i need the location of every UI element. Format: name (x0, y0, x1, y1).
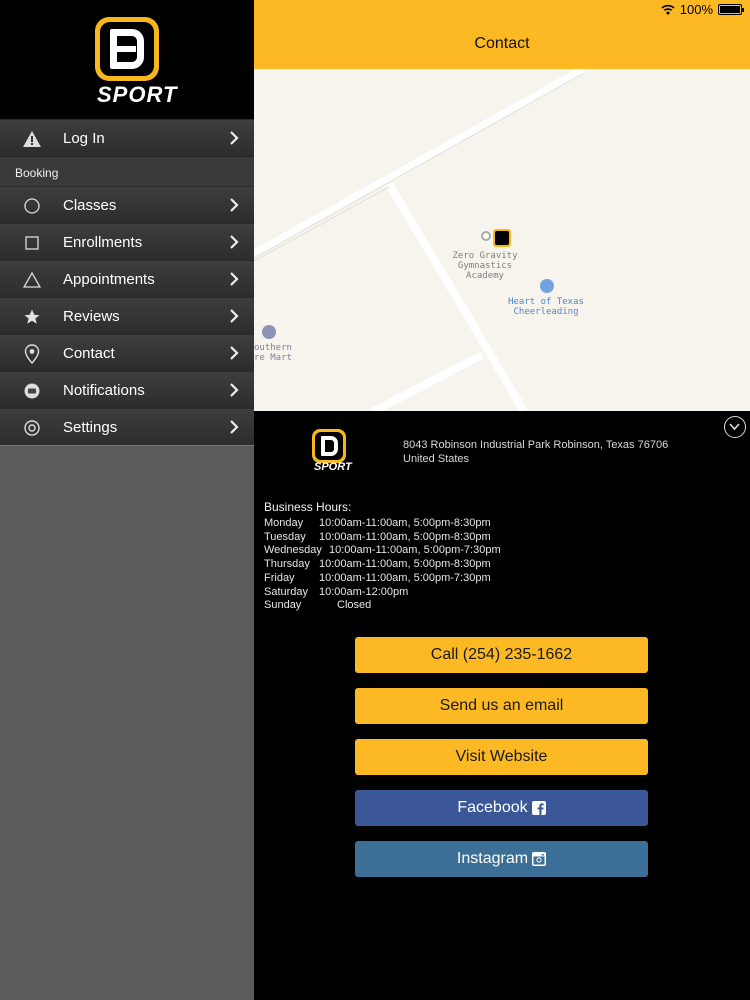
sidebar-item-label: Log In (63, 130, 105, 147)
contact-info-panel: SPORT 8043 Robinson Industrial Park Robi… (254, 411, 750, 1000)
main-content: 100% Contact Zero Gravity Gymnastics Aca… (254, 0, 750, 1000)
call-button[interactable]: Call (254) 235-1662 (355, 637, 648, 673)
warning-icon (22, 129, 42, 149)
hours-time: 10:00am-11:00am, 5:00pm-8:30pm (319, 558, 491, 571)
hours-time: 10:00am-12:00pm (319, 585, 409, 598)
sidebar-item-classes[interactable]: Classes (0, 186, 254, 223)
chevron-right-icon (230, 198, 239, 212)
instagram-button-label: Instagram (456, 850, 529, 867)
hours-row: Monday 10:00am-11:00am, 5:00pm-8:30pm (264, 517, 501, 531)
instagram-button[interactable]: Instagram (355, 841, 648, 877)
map-label-mart: outhern re Mart (254, 343, 292, 363)
status-bar: 100% (661, 2, 744, 17)
hours-day: Wednesday (264, 544, 322, 557)
website-button[interactable]: Visit Website (355, 739, 648, 775)
facebook-button-label: Facebook (457, 799, 528, 816)
hours-row: Thursday 10:00am-11:00am, 5:00pm-8:30pm (264, 558, 501, 572)
b-sport-logo-icon (312, 429, 346, 463)
hours-row: Friday 10:00am-11:00am, 5:00pm-7:30pm (264, 572, 501, 586)
sidebar-item-reviews[interactable]: Reviews (0, 297, 254, 334)
sidebar-item-notifications[interactable]: Notifications (0, 371, 254, 408)
battery-icon (718, 4, 744, 15)
hours-time: 10:00am-11:00am, 5:00pm-8:30pm (319, 517, 491, 529)
hours-row: Wednesday 10:00am-11:00am, 5:00pm-7:30pm (264, 544, 501, 558)
sidebar-item-appointments[interactable]: Appointments (0, 260, 254, 297)
hours-row: Tuesday 10:00am-11:00am, 5:00pm-8:30pm (264, 531, 501, 545)
hours-day: Saturday (264, 585, 309, 598)
facebook-icon (531, 801, 546, 815)
shopping-icon (262, 325, 276, 339)
business-hours-title: Business Hours: (264, 500, 352, 514)
location-pin-icon (22, 344, 42, 364)
sidebar-item-contact[interactable]: Contact (0, 334, 254, 371)
battery-percentage: 100% (679, 2, 713, 17)
instagram-icon (532, 852, 547, 866)
chat-bubble-icon (22, 381, 42, 401)
sidebar-item-enrollments[interactable]: Enrollments (0, 223, 254, 260)
section-header-booking: Booking (0, 156, 254, 186)
sidebar: SPORT Log In Booking Classes Enrollments… (0, 0, 254, 1000)
website-button-label: Visit Website (455, 748, 548, 765)
address-line-1: 8043 Robinson Industrial Park Robinson, … (403, 439, 669, 451)
hours-time: 10:00am-11:00am, 5:00pm-8:30pm (319, 530, 491, 543)
address-line-2: United States (403, 453, 470, 465)
hours-day: Thursday (264, 558, 310, 571)
email-button-label: Send us an email (439, 697, 564, 714)
address: 8043 Robinson Industrial Park Robinson, … (403, 438, 668, 466)
chevron-down-icon (729, 423, 740, 431)
b-sport-logo-icon (493, 229, 511, 247)
sidebar-item-label: Enrollments (63, 234, 143, 251)
chevron-right-icon (230, 272, 239, 286)
email-button[interactable]: Send us an email (355, 688, 648, 724)
map-label-cheer: Heart of Texas Cheerleading (508, 297, 584, 317)
chevron-right-icon (230, 420, 239, 434)
sidebar-item-label: Reviews (63, 308, 120, 325)
sidebar-item-label: Classes (63, 197, 117, 214)
app-logo-area: SPORT (0, 0, 254, 119)
wifi-icon (661, 4, 675, 15)
logo-text: SPORT (314, 461, 352, 473)
hours-time: 10:00am-11:00am, 5:00pm-7:30pm (329, 544, 501, 557)
chevron-right-icon (230, 383, 239, 397)
chevron-right-icon (230, 309, 239, 323)
page-title: Contact (474, 35, 530, 52)
triangle-icon (22, 270, 42, 290)
business-hours-list: Monday 10:00am-11:00am, 5:00pm-8:30pm Tue… (264, 517, 501, 613)
dumbbell-icon (540, 279, 554, 293)
square-icon (22, 233, 42, 253)
sidebar-item-settings[interactable]: Settings (0, 408, 254, 445)
map-label-gym: Zero Gravity Gymnastics Academy (452, 251, 518, 281)
hours-time: 10:00am-11:00am, 5:00pm-7:30pm (319, 571, 491, 584)
nav-bar: 100% Contact (254, 0, 750, 69)
b-sport-logo-icon (95, 17, 159, 81)
hours-day: Friday (264, 571, 295, 584)
sidebar-divider (0, 445, 254, 446)
chevron-right-icon (230, 235, 239, 249)
collapse-panel-button[interactable] (724, 416, 746, 438)
chevron-right-icon (230, 346, 239, 360)
sidebar-item-label: Appointments (63, 271, 155, 288)
sidebar-item-label: Settings (63, 419, 118, 436)
logo-text: SPORT (97, 82, 178, 107)
hours-row: Saturday 10:00am-12:00pm (264, 586, 501, 600)
star-icon (22, 307, 42, 327)
circle-icon (22, 196, 42, 216)
hours-time: Closed (337, 599, 372, 612)
sidebar-item-log-in[interactable]: Log In (0, 119, 254, 156)
map-view[interactable]: Zero Gravity Gymnastics Academy Heart of… (254, 69, 750, 411)
sidebar-item-label: Notifications (63, 382, 145, 399)
hours-day: Monday (264, 517, 304, 529)
hours-row: Sunday Closed (264, 599, 501, 613)
call-button-label: Call (254) 235-1662 (430, 646, 573, 663)
hours-day: Tuesday (264, 530, 306, 543)
facebook-button[interactable]: Facebook (355, 790, 648, 826)
hours-day: Sunday (264, 599, 302, 612)
chevron-right-icon (230, 131, 239, 145)
gear-icon (22, 418, 42, 438)
sidebar-item-label: Contact (63, 345, 115, 362)
